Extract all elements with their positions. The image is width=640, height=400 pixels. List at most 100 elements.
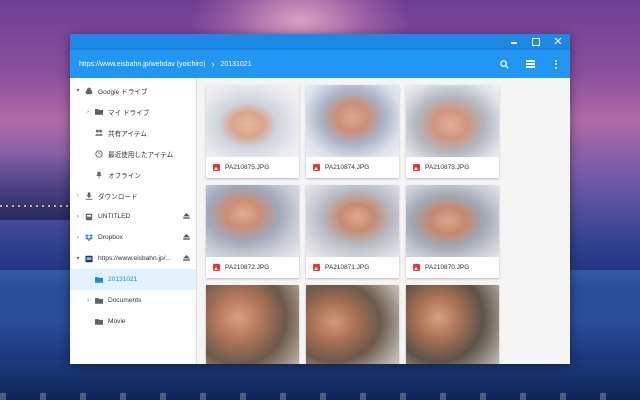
file-label: PA210872.JPG (206, 257, 299, 278)
file-grid-area[interactable]: PA210875.JPG PA210874.JPG PA210873.JPG PA21… (197, 78, 570, 364)
sidebar-item-label: Dropbox (98, 234, 123, 241)
sidebar-item-label: Documents (108, 297, 142, 304)
file-label: PA210870.JPG (406, 257, 499, 278)
folder-icon (95, 297, 103, 305)
sidebar-item-label: ダウンロード (98, 193, 138, 201)
image-file-icon (413, 164, 420, 171)
pin-icon (95, 171, 103, 179)
expand-less-icon[interactable]: ▾ (74, 255, 82, 262)
usb-icon (85, 213, 93, 221)
file-grid: PA210875.JPG PA210874.JPG PA210873.JPG PA21… (206, 85, 499, 364)
eject-icon[interactable] (183, 234, 190, 242)
sidebar-item[interactable]: › マイ ドライブ (70, 101, 196, 122)
file-label: PA210871.JPG (306, 257, 399, 278)
window-body: ▾ Google ドライブ › マイ ドライブ 共有アイテム最近使用したアイテム オフライ… (70, 78, 570, 364)
file-label: PA210873.JPG (406, 157, 499, 178)
network-icon (85, 255, 93, 263)
sidebar-item[interactable]: 20131021 (70, 269, 196, 290)
people-icon (95, 129, 103, 137)
chevron-right-icon[interactable]: › (84, 109, 92, 115)
breadcrumb-item-current[interactable]: 20131021 (220, 61, 251, 68)
sidebar: ▾ Google ドライブ › マイ ドライブ 共有アイテム最近使用したアイテム オフライ… (70, 78, 197, 364)
image-file-icon (413, 264, 420, 271)
sidebar-item[interactable]: ▾ Google ドライブ (70, 80, 196, 101)
photo-thumbnail (406, 85, 499, 157)
sidebar-item-label: 共有アイテム (108, 130, 147, 138)
view-list-icon[interactable] (524, 58, 536, 70)
sidebar-item[interactable]: オフライン (70, 164, 196, 185)
close-button[interactable]: ✕ (552, 36, 564, 48)
sidebar-item[interactable]: › ダウンロード (70, 185, 196, 206)
sidebar-item-label: UNTITLED (98, 213, 131, 220)
shore-lights (0, 393, 640, 400)
minimize-button[interactable] (508, 36, 520, 48)
sidebar-item[interactable]: 最近使用したアイテム (70, 143, 196, 164)
download-icon (85, 191, 93, 200)
photo-thumbnail (206, 185, 299, 257)
maximize-button[interactable] (530, 36, 542, 48)
folder-icon (95, 108, 103, 116)
sidebar-item-label: 20131021 (108, 276, 138, 283)
search-icon[interactable] (498, 58, 510, 70)
photo-thumbnail (206, 85, 299, 157)
file-tile[interactable] (406, 285, 499, 364)
file-tile[interactable]: PA210874.JPG (306, 85, 399, 178)
file-name: PA210875.JPG (225, 164, 270, 171)
sidebar-item[interactable]: 共有アイテム (70, 122, 196, 143)
drive-icon (85, 87, 93, 95)
sidebar-item-label: Movie (108, 318, 126, 325)
sidebar-item-label: Google ドライブ (98, 88, 148, 96)
file-tile[interactable]: PA210870.JPG (406, 185, 499, 278)
dropbox-icon (85, 233, 93, 242)
image-file-icon (313, 164, 320, 171)
file-tile[interactable] (206, 285, 299, 364)
sidebar-item[interactable]: › Documents (70, 290, 196, 311)
file-tile[interactable]: PA210872.JPG (206, 185, 299, 278)
file-tile[interactable] (306, 285, 399, 364)
sidebar-item-label: 最近使用したアイテム (108, 151, 174, 159)
breadcrumb-separator: › (211, 59, 215, 69)
file-label: PA210874.JPG (306, 157, 399, 178)
image-file-icon (313, 264, 320, 271)
photo-thumbnail (306, 285, 399, 364)
file-tile[interactable]: PA210875.JPG (206, 85, 299, 178)
expand-less-icon[interactable]: ▾ (74, 87, 82, 94)
toolbar: https://www.eisbahn.jp/webdav (yoichiro)… (70, 50, 570, 78)
photo-thumbnail (206, 285, 299, 364)
window-controls: ✕ (508, 36, 564, 48)
file-name: PA210870.JPG (425, 264, 470, 271)
files-app-window: ✕ https://www.eisbahn.jp/webdav (yoichir… (70, 34, 570, 364)
toolbar-actions (498, 50, 562, 78)
chevron-right-icon[interactable]: › (74, 214, 82, 220)
file-name: PA210871.JPG (325, 264, 370, 271)
eject-icon[interactable] (183, 213, 190, 221)
photo-thumbnail (306, 85, 399, 157)
folder-icon (95, 318, 103, 326)
breadcrumb-item-root[interactable]: https://www.eisbahn.jp/webdav (yoichiro) (79, 61, 205, 68)
sidebar-item[interactable]: › Dropbox (70, 227, 196, 248)
sidebar-item-label: マイ ドライブ (108, 109, 150, 117)
bridge-lights (0, 205, 75, 207)
sidebar-item[interactable]: ▾ https://www.eisbahn.jp/... (70, 248, 196, 269)
more-vert-icon[interactable] (550, 58, 562, 70)
file-tile[interactable]: PA210871.JPG (306, 185, 399, 278)
chevron-right-icon[interactable]: › (74, 235, 82, 241)
photo-thumbnail (406, 285, 499, 364)
image-file-icon (213, 264, 220, 271)
sidebar-item[interactable]: Movie (70, 311, 196, 332)
file-name: PA210873.JPG (425, 164, 470, 171)
file-label: PA210875.JPG (206, 157, 299, 178)
chevron-right-icon[interactable]: › (84, 298, 92, 304)
title-bar[interactable]: ✕ (70, 34, 570, 50)
file-name: PA210874.JPG (325, 164, 370, 171)
eject-icon[interactable] (183, 255, 190, 263)
sidebar-item[interactable]: › UNTITLED (70, 206, 196, 227)
image-file-icon (213, 164, 220, 171)
photo-thumbnail (306, 185, 399, 257)
file-name: PA210872.JPG (225, 264, 270, 271)
folder-icon (95, 276, 103, 284)
chevron-right-icon[interactable]: › (74, 193, 82, 199)
file-tile[interactable]: PA210873.JPG (406, 85, 499, 178)
sidebar-item-label: オフライン (108, 172, 141, 180)
clock-icon (95, 149, 103, 158)
